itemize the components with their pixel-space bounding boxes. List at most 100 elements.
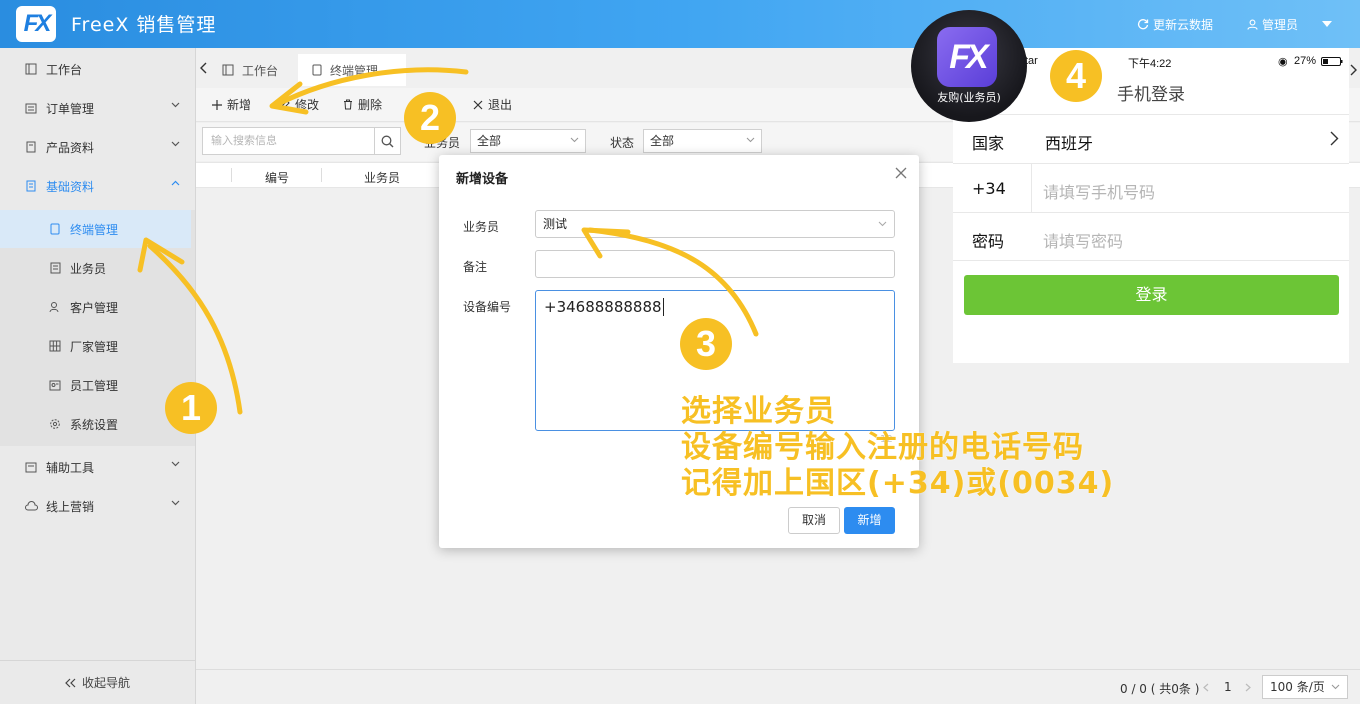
status-filter-value: 全部 [650,134,675,148]
phone-number-row: +34 请填写手机号码 [953,163,1349,212]
submit-add-button[interactable]: 新增 [844,507,895,534]
add-label: 新增 [227,98,252,112]
trash-icon [344,99,352,110]
page-size-value: 100 条/页 [1270,680,1325,694]
sidebar-subitem-terminals[interactable]: 终端管理 [0,210,191,248]
user-dropdown-toggle[interactable] [1322,21,1336,27]
chevron-down-icon [746,137,755,143]
status-filter-select[interactable]: 全部 [643,129,762,153]
sidebar-item-label: 员工管理 [70,378,119,393]
refresh-cloud-label: 更新云数据 [1152,17,1213,32]
tab-scroll-left-icon[interactable] [200,62,207,74]
device-number-value: +34688888888 [544,298,662,316]
password-row: 密码 请填写密码 [953,212,1349,261]
password-input[interactable]: 请填写密码 [1043,228,1123,252]
cloud-icon [24,499,38,513]
tab-label: 终端管理 [330,63,379,78]
sidebar-item-label: 工作台 [46,62,83,77]
sidebar-item-label: 基础资料 [46,179,95,194]
tab-terminals[interactable]: 终端管理 [298,54,406,86]
app-title: FreeX 销售管理 [71,14,217,36]
chevron-down-icon [171,500,180,506]
delete-button[interactable]: 删除 [343,96,382,113]
step-4-badge: 4 [1050,50,1102,102]
sales-app-icon: FX [937,27,997,87]
cancel-button[interactable]: 取消 [788,507,840,534]
user-menu[interactable]: 管理员 [1247,16,1298,33]
search-input[interactable]: 输入搜索信息 [202,127,375,155]
pencil-icon [280,99,290,110]
country-code: +34 [972,179,1006,198]
plus-icon [212,99,222,110]
modal-salesman-value: 测试 [543,217,568,231]
base-data-icon [24,179,38,193]
exit-label: 退出 [488,98,513,112]
settings-icon [48,417,62,431]
close-icon[interactable] [895,167,907,179]
column-header-salesman[interactable]: 业务员 [364,169,400,186]
sidebar-item-label: 客户管理 [70,300,119,315]
sidebar-item-label: 产品资料 [46,140,95,155]
column-header-number[interactable]: 编号 [265,169,289,186]
salesman-filter-value: 全部 [477,134,502,148]
current-page[interactable]: 1 [1224,680,1232,694]
modal-note-input[interactable] [535,250,895,278]
dashboard-icon [24,62,38,76]
chevron-down-icon [878,221,887,227]
page-size-select[interactable]: 100 条/页 [1262,675,1348,699]
exit-button[interactable]: 退出 [473,96,512,113]
pagination-summary: 0 / 0 ( 共0条 ) [1120,682,1200,696]
sidebar-item-label: 业务员 [70,261,107,276]
next-page-icon[interactable] [1245,683,1251,692]
collapse-nav-button[interactable]: 收起导航 [0,660,195,704]
country-row[interactable]: 国家 西班牙 [953,114,1349,163]
sidebar-item-label: 终端管理 [70,222,119,237]
tab-scroll-right-icon[interactable] [1350,64,1357,76]
sidebar-item-dashboard[interactable]: 工作台 [0,50,196,88]
text-cursor [662,298,664,316]
sidebar-item-tools[interactable]: 辅助工具 [0,448,196,486]
delete-label: 删除 [358,98,383,112]
edit-button[interactable]: 修改 [280,96,319,113]
chevron-down-icon [171,461,180,467]
phone-number-input[interactable]: 请填写手机号码 [1043,179,1155,203]
sidebar-item-orders[interactable]: 订单管理 [0,89,196,127]
salesman-filter-select[interactable]: 全部 [470,129,586,153]
prev-page-icon[interactable] [1203,683,1209,692]
sidebar-subitem-customers[interactable]: 客户管理 [0,288,196,326]
sidebar-item-label: 订单管理 [46,101,95,116]
refresh-cloud-button[interactable]: 更新云数据 [1137,16,1213,33]
instruction-text: 选择业务员 设备编号输入注册的电话号码 记得加上国区(+34)或(0034) [681,394,1114,502]
sidebar-item-base-data[interactable]: 基础资料 [0,167,196,205]
chevron-down-icon [171,102,180,108]
tab-dashboard[interactable]: 工作台 [208,54,292,86]
sidebar-item-products[interactable]: 产品资料 [0,128,196,166]
employee-icon [48,378,62,392]
add-button[interactable]: 新增 [212,96,251,113]
column-divider [321,168,322,182]
instruction-line: 设备编号输入注册的电话号码 [681,430,1084,465]
sidebar-subitem-factories[interactable]: 厂家管理 [0,327,196,365]
order-icon [24,101,38,115]
salesman-icon [48,261,62,275]
step-2-badge: 2 [404,92,456,144]
dashboard-icon [222,64,234,76]
sidebar-item-online-marketing[interactable]: 线上营销 [0,487,196,525]
chevron-down-icon [171,141,180,147]
sales-app-name: 友购(业务员) [937,91,1001,104]
country-value: 西班牙 [1045,134,1094,153]
tab-label: 工作台 [242,63,279,78]
top-actions: 更新云数据 管理员 [1103,0,1336,48]
sidebar-subitem-salesman[interactable]: 业务员 [0,249,196,287]
customer-icon [48,300,62,314]
location-icon: ◉ [1278,56,1288,68]
factory-icon [48,339,62,353]
user-name: 管理员 [1261,17,1298,32]
chevron-up-icon [171,180,180,186]
collapse-nav-label: 收起导航 [81,676,130,690]
modal-salesman-label: 业务员 [463,220,500,234]
modal-title: 新增设备 [456,172,509,187]
search-button[interactable] [374,127,401,155]
modal-salesman-select[interactable]: 测试 [535,210,895,238]
login-button[interactable]: 登录 [964,275,1339,315]
